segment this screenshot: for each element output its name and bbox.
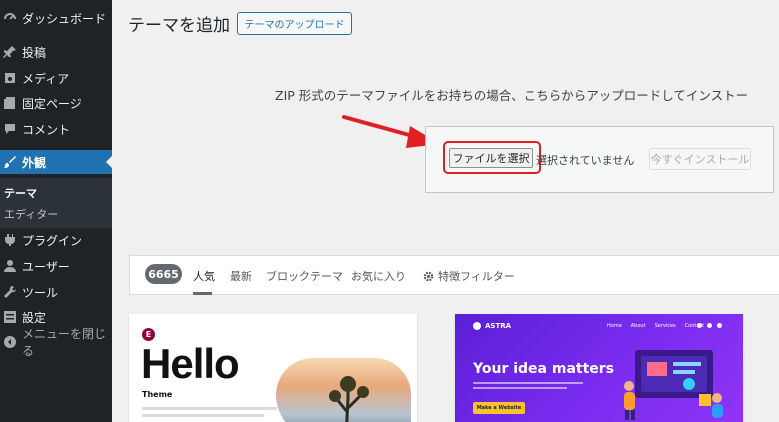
sidebar-item-label: ユーザー <box>22 259 70 274</box>
astra-social-icons <box>697 323 722 328</box>
pin-icon <box>3 45 17 59</box>
admin-sidebar: ダッシュボード 投稿 メディア 固定ページ コメント 外観 テーマ エディター <box>0 0 112 422</box>
sidebar-item-label: 設定 <box>22 310 47 325</box>
upload-help-text: ZIP 形式のテーマファイルをお持ちの場合、こちらからアップロードしてインストー <box>275 88 749 103</box>
file-status-text: 選択されていません <box>536 154 635 167</box>
install-now-button[interactable]: 今すぐインストール <box>649 148 751 170</box>
collapse-icon <box>3 335 17 349</box>
tab-favorites[interactable]: お気に入り <box>351 268 406 284</box>
astra-logo-icon <box>473 322 481 330</box>
sidebar-item-posts[interactable]: 投稿 <box>0 40 112 64</box>
sunset-image <box>276 358 411 422</box>
astra-illustration <box>624 350 723 420</box>
upload-theme-button[interactable]: テーマのアップロード <box>237 12 352 35</box>
sidebar-item-users[interactable]: ユーザー <box>0 254 112 278</box>
sidebar-item-label: プラグイン <box>22 233 83 248</box>
sidebar-item-label: 外観 <box>22 155 47 170</box>
astra-nav-item: Services <box>654 323 676 329</box>
theme-count-badge: 6665 <box>145 264 182 284</box>
gear-icon <box>423 271 434 281</box>
feature-filter-button[interactable]: 特徴フィルター <box>423 268 515 284</box>
theme-preview-subtitle: Theme <box>142 390 173 399</box>
tab-block-themes[interactable]: ブロックテーマ <box>266 268 343 284</box>
feature-filter-label: 特徴フィルター <box>438 270 515 283</box>
sidebar-item-label: 固定ページ <box>22 96 82 111</box>
tab-latest[interactable]: 最新 <box>230 268 252 284</box>
theme-card-hello[interactable]: E Hello Theme <box>129 314 417 422</box>
user-icon <box>3 259 17 273</box>
astra-nav-item: About <box>630 323 646 329</box>
dashboard-icon <box>3 11 17 25</box>
settings-icon <box>3 310 17 324</box>
plugin-icon <box>3 233 17 247</box>
sidebar-item-pages[interactable]: 固定ページ <box>0 91 112 115</box>
page-title: テーマを追加 <box>128 16 230 36</box>
astra-logo: ASTRA <box>473 322 511 330</box>
astra-nav: Home About Services Contact <box>607 323 704 329</box>
appearance-submenu: テーマ エディター <box>0 178 112 228</box>
astra-cta-button: Make a Website <box>473 402 525 414</box>
comment-icon <box>3 122 17 136</box>
active-tab-indicator <box>193 292 212 295</box>
sidebar-item-dashboard[interactable]: ダッシュボード <box>0 6 112 30</box>
astra-headline: Your idea matters <box>473 361 615 377</box>
theme-preview-title: Hello <box>141 340 240 387</box>
tab-popular[interactable]: 人気 <box>193 268 215 284</box>
brush-icon <box>3 155 17 169</box>
sidebar-item-label: 投稿 <box>22 45 47 60</box>
sidebar-item-comments[interactable]: コメント <box>0 117 112 141</box>
submenu-item-editor[interactable]: エディター <box>4 206 58 222</box>
astra-description-lines <box>473 382 583 392</box>
sidebar-item-tools[interactable]: ツール <box>0 280 112 304</box>
submenu-item-themes[interactable]: テーマ <box>4 185 37 201</box>
active-indicator <box>106 156 112 168</box>
highlight-box <box>443 141 541 174</box>
placeholder-text-lines <box>142 407 277 421</box>
sidebar-item-label: ダッシュボード <box>22 11 107 26</box>
sidebar-item-plugins[interactable]: プラグイン <box>0 228 112 252</box>
sidebar-item-media[interactable]: メディア <box>0 66 112 90</box>
astra-brand: ASTRA <box>485 322 512 330</box>
sidebar-item-label: メディア <box>22 71 70 86</box>
collapse-menu-button[interactable]: メニューを閉じる <box>0 327 112 358</box>
media-icon <box>3 71 17 85</box>
sidebar-item-label: メニューを閉じる <box>22 327 107 358</box>
astra-nav-item: Home <box>607 323 622 329</box>
theme-card-astra[interactable]: ASTRA Home About Services Contact Your i… <box>455 314 743 422</box>
sidebar-item-appearance[interactable]: 外観 <box>0 150 112 174</box>
sidebar-item-label: コメント <box>22 122 71 137</box>
wrench-icon <box>3 285 17 299</box>
joshua-tree-icon <box>329 376 369 422</box>
page-icon <box>3 96 17 110</box>
sidebar-item-label: ツール <box>22 285 59 300</box>
